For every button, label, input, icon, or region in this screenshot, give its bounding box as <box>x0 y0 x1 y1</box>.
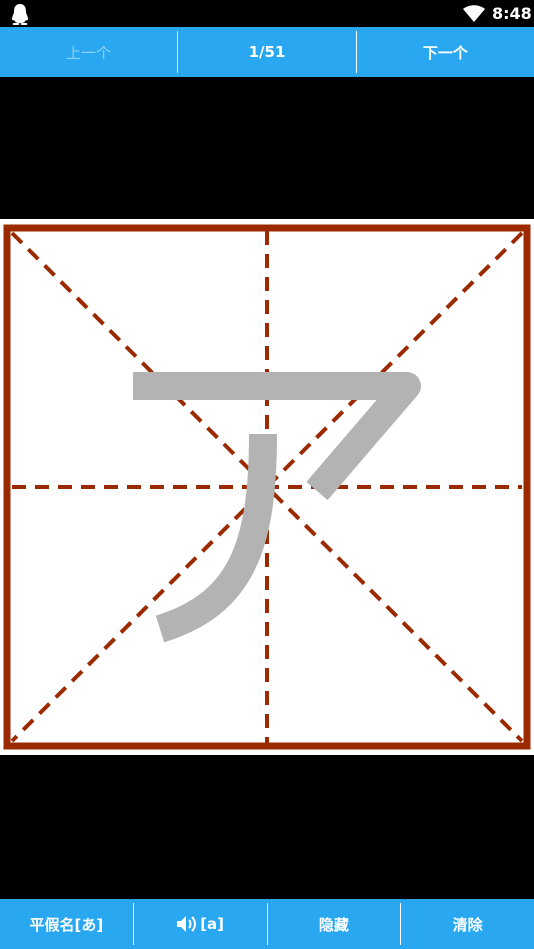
clear-button[interactable]: 清除 <box>401 899 534 949</box>
status-bar: 8:48 <box>0 0 534 27</box>
romaji-label: [a] <box>200 915 225 933</box>
play-sound-button[interactable]: [a] <box>134 899 267 949</box>
next-button[interactable]: 下一个 <box>357 27 534 77</box>
clear-label: 清除 <box>452 915 483 934</box>
page-counter: 1/51 <box>248 43 286 61</box>
wifi-icon <box>463 5 485 22</box>
writing-board[interactable] <box>0 219 534 755</box>
speaker-icon <box>177 916 197 932</box>
penguin-icon <box>12 4 28 25</box>
bottom-toolbar: 平假名[あ] [a] 隐藏 清除 <box>0 899 534 949</box>
top-nav-bar: 上一个 1/51 下一个 <box>0 27 534 77</box>
hiragana-toggle-label: 平假名[あ] <box>29 915 104 934</box>
previous-button[interactable]: 上一个 <box>0 27 177 77</box>
practice-grid[interactable] <box>0 219 534 755</box>
katakana-glyph <box>133 372 421 643</box>
hide-label: 隐藏 <box>318 915 349 934</box>
hide-button[interactable]: 隐藏 <box>268 899 401 949</box>
status-time: 8:48 <box>492 4 532 23</box>
hiragana-toggle-button[interactable]: 平假名[あ] <box>0 899 133 949</box>
